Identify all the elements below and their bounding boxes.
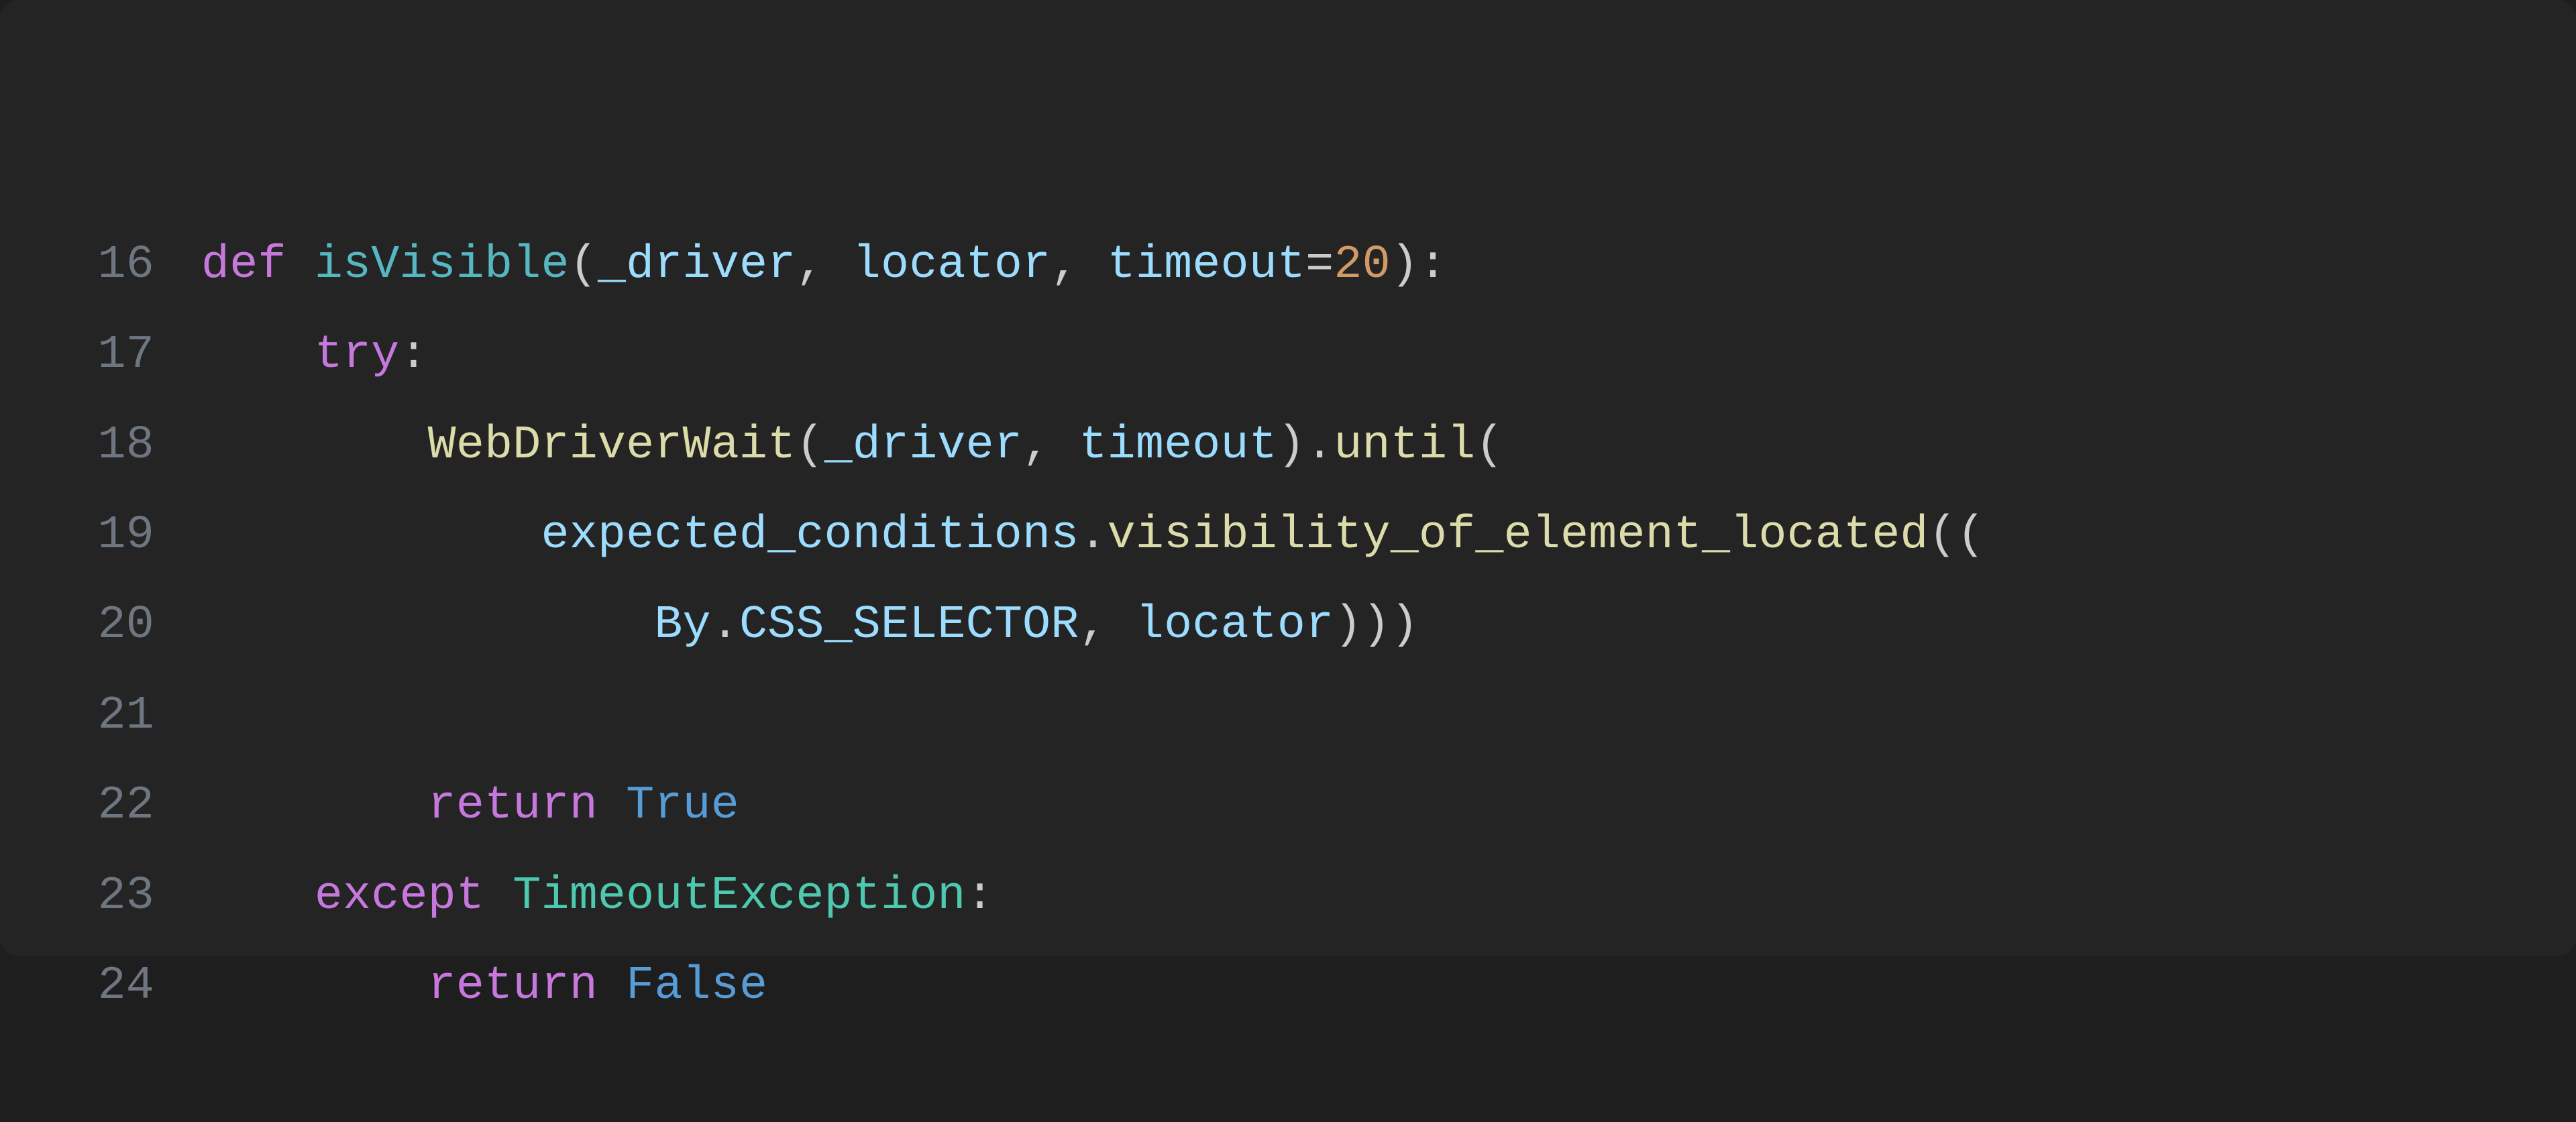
token: locator bbox=[853, 239, 1051, 292]
token: ( bbox=[1475, 419, 1503, 472]
token: ))) bbox=[1334, 599, 1419, 652]
code-text[interactable]: expected_conditions.visibility_of_elemen… bbox=[201, 491, 2576, 581]
code-text[interactable]: return True bbox=[201, 761, 2576, 851]
token: CSS_SELECTOR bbox=[739, 599, 1079, 652]
token: timeout bbox=[1079, 419, 1277, 472]
token: return bbox=[428, 779, 598, 832]
line-number: 21 bbox=[0, 671, 201, 761]
line-number: 19 bbox=[0, 491, 201, 581]
token: def bbox=[201, 239, 286, 292]
token: TimeoutException bbox=[513, 870, 965, 923]
token bbox=[598, 960, 626, 1013]
token: _driver bbox=[824, 419, 1022, 472]
code-line[interactable]: 22 return True bbox=[0, 761, 2576, 851]
code-line[interactable]: 20 By.CSS_SELECTOR, locator))) bbox=[0, 581, 2576, 671]
line-number: 17 bbox=[0, 311, 201, 400]
token: 20 bbox=[1334, 239, 1390, 292]
token: (( bbox=[1929, 509, 1985, 562]
code-line[interactable]: 24 return False bbox=[0, 942, 2576, 1031]
token: isVisible bbox=[315, 239, 570, 292]
token: timeout bbox=[1108, 239, 1305, 292]
code-text[interactable]: def isVisible(_driver, locator, timeout=… bbox=[201, 221, 2576, 311]
token: ): bbox=[1391, 239, 1447, 292]
token: visibility_of_element_located bbox=[1108, 509, 1929, 562]
token: , bbox=[1022, 419, 1079, 472]
token bbox=[286, 239, 315, 292]
code-line[interactable]: 18 WebDriverWait(_driver, timeout).until… bbox=[0, 401, 2576, 491]
token: locator bbox=[1136, 599, 1334, 652]
code-line[interactable]: 23 except TimeoutException: bbox=[0, 852, 2576, 942]
line-number: 20 bbox=[0, 581, 201, 671]
token: = bbox=[1305, 239, 1334, 292]
token: , bbox=[796, 239, 852, 292]
token: . bbox=[711, 599, 739, 652]
token: try bbox=[315, 329, 400, 382]
token: _driver bbox=[598, 239, 796, 292]
token: WebDriverWait bbox=[428, 419, 796, 472]
code-line[interactable]: 16def isVisible(_driver, locator, timeou… bbox=[0, 221, 2576, 311]
line-number: 18 bbox=[0, 401, 201, 491]
code-text[interactable]: WebDriverWait(_driver, timeout).until( bbox=[201, 401, 2576, 491]
token: . bbox=[1079, 509, 1107, 562]
token: except bbox=[315, 870, 484, 923]
code-line[interactable]: 19 expected_conditions.visibility_of_ele… bbox=[0, 491, 2576, 581]
token: ). bbox=[1277, 419, 1334, 472]
code-text[interactable]: try: bbox=[201, 311, 2576, 400]
token: expected_conditions bbox=[541, 509, 1079, 562]
token: ( bbox=[796, 419, 824, 472]
line-number: 24 bbox=[0, 942, 201, 1031]
code-line[interactable]: 17 try: bbox=[0, 311, 2576, 400]
token: False bbox=[626, 960, 767, 1013]
line-number: 22 bbox=[0, 761, 201, 851]
token: By bbox=[654, 599, 710, 652]
code-text[interactable]: except TimeoutException: bbox=[201, 852, 2576, 942]
token bbox=[598, 779, 626, 832]
token: return bbox=[428, 960, 598, 1013]
code-line[interactable]: 21 bbox=[0, 671, 2576, 761]
line-number: 23 bbox=[0, 852, 201, 942]
token: ( bbox=[570, 239, 598, 292]
code-lines-container: 16def isVisible(_driver, locator, timeou… bbox=[0, 221, 2576, 1032]
token bbox=[484, 870, 513, 923]
token: : bbox=[966, 870, 994, 923]
code-editor[interactable]: 16def isVisible(_driver, locator, timeou… bbox=[0, 0, 2576, 956]
code-text[interactable]: return False bbox=[201, 942, 2576, 1031]
token: True bbox=[626, 779, 739, 832]
token: , bbox=[1051, 239, 1107, 292]
token: until bbox=[1334, 419, 1475, 472]
code-text[interactable]: By.CSS_SELECTOR, locator))) bbox=[201, 581, 2576, 671]
line-number: 16 bbox=[0, 221, 201, 311]
token: : bbox=[399, 329, 427, 382]
token: , bbox=[1079, 599, 1135, 652]
